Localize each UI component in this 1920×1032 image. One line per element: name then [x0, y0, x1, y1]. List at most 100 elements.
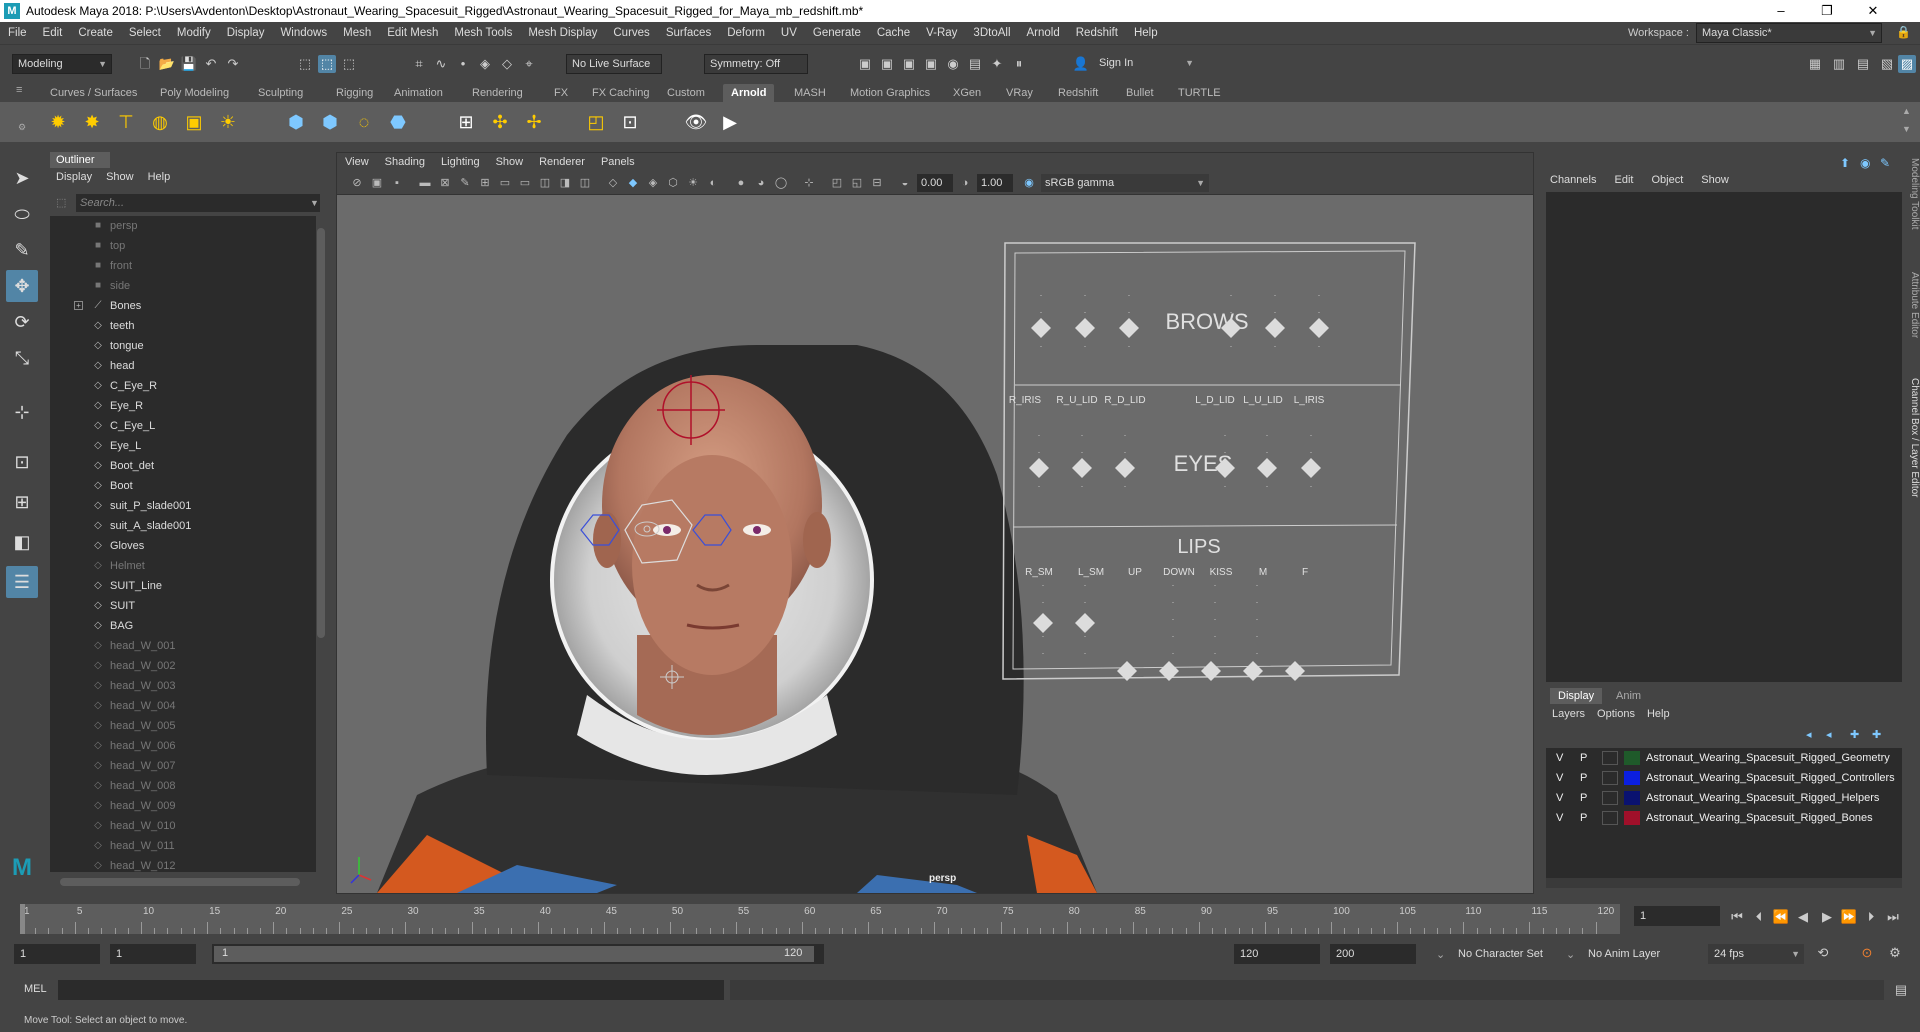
- facial-controller-handle[interactable]: [1301, 458, 1321, 478]
- menu-item-deform[interactable]: Deform: [719, 27, 773, 39]
- menu-item-modify[interactable]: Modify: [169, 27, 219, 39]
- end-time-field[interactable]: 200: [1330, 944, 1416, 964]
- panel-layout-icon[interactable]: ▦: [1806, 55, 1824, 73]
- menu-item-arnold[interactable]: Arnold: [1019, 27, 1068, 39]
- outliner-item[interactable]: ◇ suit_P_slade001: [50, 496, 320, 516]
- smooth-shade-icon[interactable]: ◆: [625, 175, 641, 191]
- shelf-tab-custom[interactable]: Custom: [659, 84, 713, 102]
- layer-row[interactable]: V P Astronaut_Wearing_Spacesuit_Rigged_Hel…: [1546, 788, 1902, 808]
- shelf-tab-rigging[interactable]: Rigging: [328, 84, 381, 102]
- facial-controller-handle[interactable]: [1265, 318, 1285, 338]
- camera-attributes-icon[interactable]: ▣: [369, 175, 385, 191]
- select-tool-icon[interactable]: ➤: [6, 162, 38, 194]
- move-layer-down-icon[interactable]: ◂: [1826, 728, 1832, 741]
- move-tool-icon[interactable]: ✥: [6, 270, 38, 302]
- outliner-item[interactable]: ◇ head_W_001: [50, 636, 320, 656]
- outliner-menu-show[interactable]: Show: [106, 171, 134, 183]
- outliner-item[interactable]: ◇ Boot_det: [50, 456, 320, 476]
- image-plane-icon[interactable]: ▬: [417, 175, 433, 191]
- shelf-tab-fx-caching[interactable]: FX Caching: [584, 84, 657, 102]
- attribute-editor-icon[interactable]: ▤: [1854, 55, 1872, 73]
- facial-controller-handle[interactable]: [1115, 458, 1135, 478]
- single-perspective-layout-icon[interactable]: ⊡: [6, 446, 38, 478]
- layer-visibility-toggle[interactable]: V: [1556, 748, 1563, 768]
- facial-controller-handle[interactable]: [1031, 318, 1051, 338]
- xray-components-icon[interactable]: ⊟: [869, 175, 885, 191]
- outliner-item[interactable]: ■ persp: [50, 216, 320, 236]
- paint-select-tool-icon[interactable]: ✎: [6, 234, 38, 266]
- outliner-item[interactable]: ◇ tongue: [50, 336, 320, 356]
- shelf-tab-fx[interactable]: FX: [546, 84, 576, 102]
- shelf-scroll-down-icon[interactable]: ▼: [1902, 124, 1911, 134]
- shelf-tab-mash[interactable]: MASH: [786, 84, 834, 102]
- render-view-shelf-icon[interactable]: 👁: [682, 108, 710, 136]
- command-language-label[interactable]: MEL: [24, 983, 47, 995]
- tab-display[interactable]: Display: [1550, 688, 1603, 704]
- motion-blur-icon[interactable]: ◕: [753, 175, 769, 191]
- snap-surface-icon[interactable]: ◇: [498, 55, 516, 73]
- outliner-item[interactable]: ◇ teeth: [50, 316, 320, 336]
- channel-box-menu-edit[interactable]: Edit: [1614, 174, 1633, 186]
- auto-key-icon[interactable]: ⊙: [1858, 944, 1876, 962]
- open-scene-icon[interactable]: 📂: [158, 55, 176, 73]
- snap-point-icon[interactable]: •: [454, 55, 472, 73]
- menu-item-display[interactable]: Display: [219, 27, 273, 39]
- facial-controller-handle[interactable]: [1075, 613, 1095, 633]
- outliner-item[interactable]: ◇ SUIT: [50, 596, 320, 616]
- wireframe-icon[interactable]: ◇: [605, 175, 621, 191]
- isolate-select-icon[interactable]: ⊹: [801, 175, 817, 191]
- menu-item-windows[interactable]: Windows: [272, 27, 335, 39]
- facial-controller-handle[interactable]: [1257, 458, 1277, 478]
- menu-item-generate[interactable]: Generate: [805, 27, 869, 39]
- scene-view[interactable]: BROWS EYES LIPS R_IRIS R_U_LID R_D_LID L_D_…: [337, 195, 1533, 893]
- minimize-button[interactable]: –: [1758, 0, 1804, 22]
- camera-select-icon[interactable]: ⊘: [349, 175, 365, 191]
- go-to-end-icon[interactable]: ⏭: [1884, 908, 1902, 926]
- film-gate-icon[interactable]: ▭: [497, 175, 513, 191]
- tool-settings-icon[interactable]: ▧: [1878, 55, 1896, 73]
- outliner-item[interactable]: + ⟋ Bones: [50, 296, 320, 316]
- character-set-icon[interactable]: ⌄: [1436, 948, 1445, 961]
- shelf-scroll-up-icon[interactable]: ▲: [1902, 106, 1911, 116]
- facial-controller-handle[interactable]: [1285, 661, 1305, 681]
- outliner-vertical-scrollbar[interactable]: [316, 216, 326, 872]
- step-back-frame-icon[interactable]: ⏴: [1750, 908, 1768, 926]
- current-time-marker[interactable]: [20, 904, 25, 934]
- shelf-tab-rendering[interactable]: Rendering: [464, 84, 531, 102]
- viewport-menu-lighting[interactable]: Lighting: [433, 153, 488, 171]
- select-component-icon[interactable]: ⬚: [340, 55, 358, 73]
- outliner-search-input[interactable]: Search...: [76, 194, 320, 212]
- channel-box-menu-show[interactable]: Show: [1701, 174, 1729, 186]
- use-all-lights-icon[interactable]: ☀: [685, 175, 701, 191]
- redo-icon[interactable]: ↷: [224, 55, 242, 73]
- menu-item-curves[interactable]: Curves: [605, 27, 657, 39]
- skydome-light-icon[interactable]: ◍: [146, 108, 174, 136]
- rotate-tool-icon[interactable]: ⟳: [6, 306, 38, 338]
- shelf-tab-redshift[interactable]: Redshift: [1050, 84, 1106, 102]
- physical-sky-icon[interactable]: ☀: [214, 108, 242, 136]
- layer-visibility-toggle[interactable]: V: [1556, 808, 1563, 828]
- layer-row[interactable]: V P Astronaut_Wearing_Spacesuit_Rigged_Geo…: [1546, 748, 1902, 768]
- layer-playback-toggle[interactable]: P: [1580, 748, 1587, 768]
- loop-icon[interactable]: ⟲: [1814, 944, 1832, 962]
- menu-item-edit-mesh[interactable]: Edit Mesh: [379, 27, 446, 39]
- render-view-icon[interactable]: ▣: [856, 55, 874, 73]
- grease-pencil-icon[interactable]: ✎: [457, 175, 473, 191]
- outliner-item[interactable]: ◇ head_W_003: [50, 676, 320, 696]
- pin-icon[interactable]: ✎: [1880, 156, 1890, 170]
- facial-controller-handle[interactable]: [1029, 458, 1049, 478]
- save-scene-icon[interactable]: 💾: [180, 55, 198, 73]
- export-standin-icon[interactable]: ⬢: [316, 108, 344, 136]
- shelf-tab-sculpting[interactable]: Sculpting: [250, 84, 311, 102]
- shelf-tab-animation[interactable]: Animation: [386, 84, 451, 102]
- anim-layer-icon[interactable]: ⌄: [1566, 948, 1575, 961]
- layer-visibility-toggle[interactable]: V: [1556, 768, 1563, 788]
- filter-icon[interactable]: ⬚: [56, 196, 66, 209]
- outliner-item[interactable]: ■ top: [50, 236, 320, 256]
- shelf-tab-xgen[interactable]: XGen: [945, 84, 989, 102]
- range-track[interactable]: 1 120: [212, 944, 824, 964]
- render-settings-icon[interactable]: ▣: [922, 55, 940, 73]
- persp-outliner-layout-icon[interactable]: ◧: [6, 526, 38, 558]
- outliner-item[interactable]: ◇ BAG: [50, 616, 320, 636]
- facial-controller-handle[interactable]: [1072, 458, 1092, 478]
